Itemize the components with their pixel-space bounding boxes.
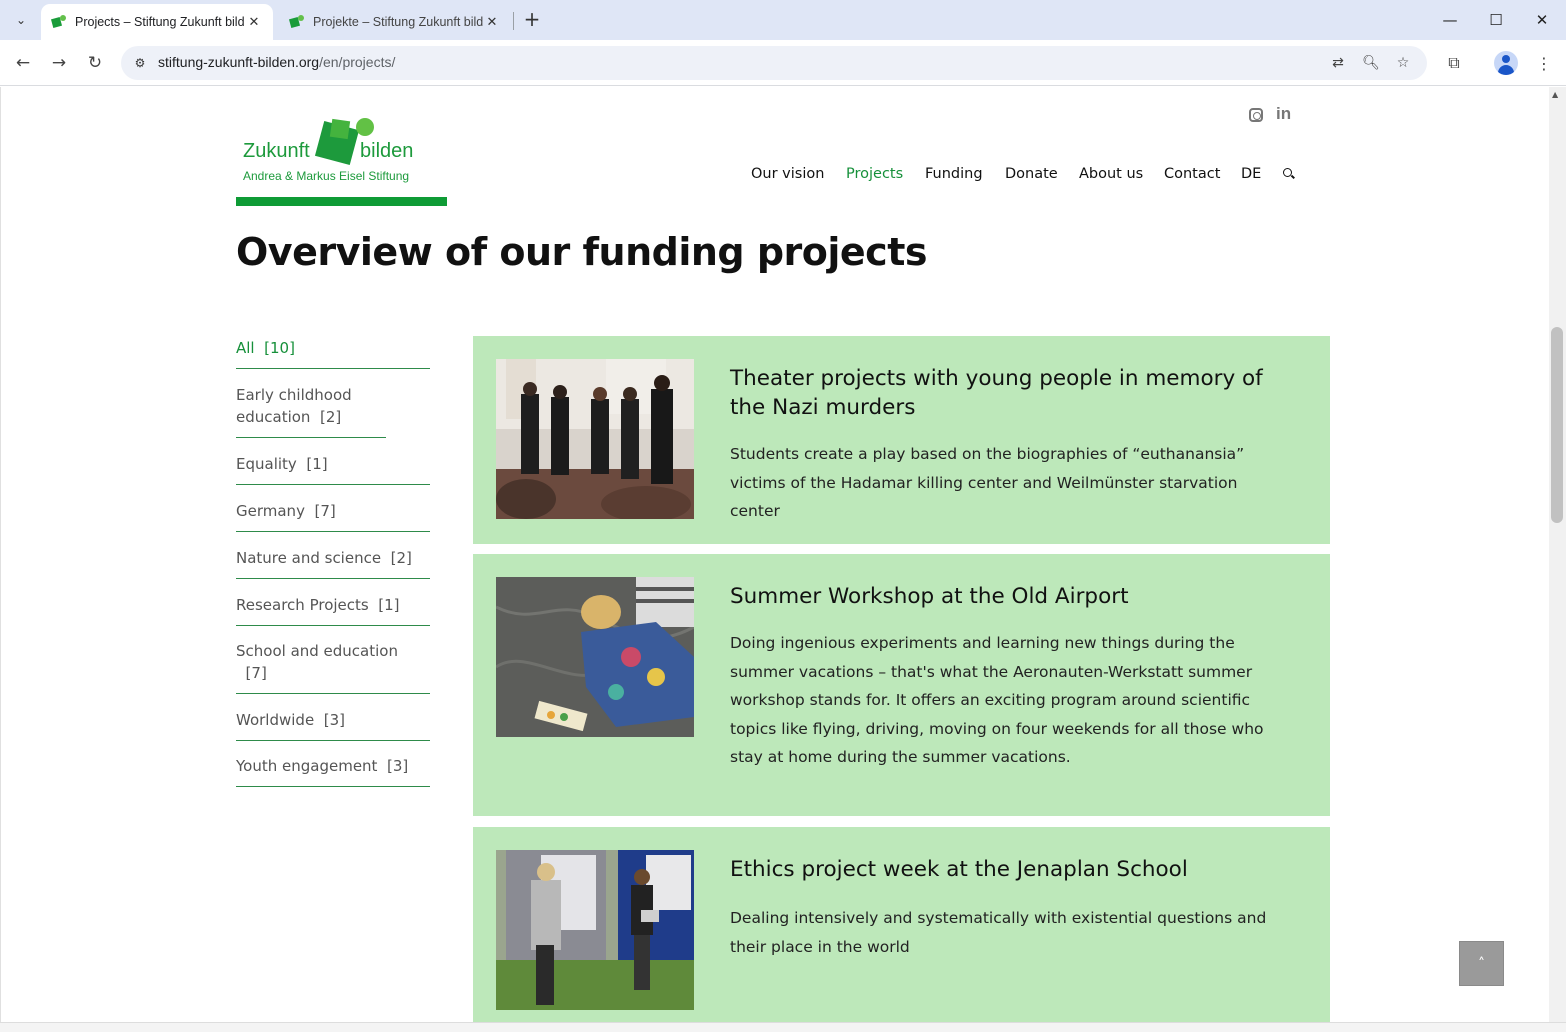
filter-count: [1] [378, 596, 400, 614]
scrollbar-thumb[interactable] [1551, 327, 1563, 523]
nav-our-vision[interactable]: Our vision [751, 166, 824, 182]
nav-projects[interactable]: Projects [846, 166, 903, 182]
nav-language-de[interactable]: DE [1241, 166, 1261, 182]
address-bar[interactable]: ⚙ stiftung-zukunft-bilden.org/en/project… [121, 46, 1427, 80]
project-title[interactable]: Ethics project week at the Jenaplan Scho… [730, 855, 1300, 884]
url-host: stiftung-zukunft-bilden.org [158, 54, 320, 70]
project-title[interactable]: Summer Workshop at the Old Airport [730, 582, 1300, 611]
project-description: Students create a play based on the biog… [730, 445, 1245, 520]
nav-funding[interactable]: Funding [925, 166, 983, 182]
filter-label: Germany [236, 502, 305, 520]
filter-all[interactable]: All [10] [236, 337, 430, 369]
scroll-up-arrow-icon[interactable]: ▲ [1552, 90, 1558, 99]
project-card[interactable]: Ethics project week at the Jenaplan Scho… [473, 827, 1330, 1022]
browser-tab-bar: ⌄ Projects – Stiftung Zukunft bilden ✕ P… [0, 0, 1566, 40]
logo-dot-shape [356, 118, 374, 136]
tab-title: Projekte – Stiftung Zukunft bilden [313, 15, 483, 29]
tab-close-icon[interactable]: ✕ [483, 14, 501, 30]
filter-count: [7] [314, 502, 336, 520]
tab-separator [513, 12, 514, 30]
filter-nature-and-science[interactable]: Nature and science [2] [236, 532, 430, 579]
browser-toolbar: ← → ↻ ⚙ stiftung-zukunft-bilden.org/en/p… [0, 40, 1566, 86]
tab-close-icon[interactable]: ✕ [245, 14, 263, 30]
filter-count: [1] [306, 455, 328, 473]
new-tab-plus-icon[interactable]: + [520, 8, 544, 32]
filter-equality[interactable]: Equality [1] [236, 438, 430, 485]
project-title[interactable]: Theater projects with young people in me… [730, 364, 1300, 422]
browser-tab-projects[interactable]: Projects – Stiftung Zukunft bilden ✕ [41, 4, 273, 40]
category-filter-list: All [10] Early childhood education [2] E… [236, 337, 430, 787]
filter-count: [7] [245, 664, 267, 682]
filter-youth-engagement[interactable]: Youth engagement [3] [236, 741, 430, 787]
site-favicon-icon [51, 14, 67, 30]
project-card[interactable]: Theater projects with young people in me… [473, 336, 1330, 544]
filter-label: Youth engagement [236, 757, 378, 775]
web-page: Zukunft bilden Andrea & Markus Eisel Sti… [0, 87, 1549, 1022]
browser-tab-projekte[interactable]: Projekte – Stiftung Zukunft bilden ✕ [279, 4, 511, 40]
filter-early-childhood-education[interactable]: Early childhood education [2] [236, 369, 386, 438]
logo-word-zukunft: Zukunft [243, 140, 310, 162]
filter-count: [2] [390, 549, 412, 567]
reload-icon[interactable]: ↻ [81, 49, 109, 77]
nav-search-icon[interactable] [1283, 168, 1295, 180]
filter-germany[interactable]: Germany [7] [236, 485, 430, 532]
zoom-icon[interactable]: 🔍︎ [1359, 52, 1383, 74]
filter-count: [10] [264, 339, 295, 357]
filter-research-projects[interactable]: Research Projects [1] [236, 579, 430, 626]
filter-label: Nature and science [236, 549, 382, 567]
extensions-puzzle-icon[interactable]: ⧉ [1440, 49, 1468, 77]
site-info-icon[interactable]: ⚙ [129, 52, 151, 74]
filter-count: [2] [319, 408, 342, 426]
project-image-ethics-week[interactable] [496, 850, 694, 1010]
forward-arrow-icon[interactable]: → [45, 49, 73, 77]
linkedin-icon[interactable]: in [1276, 104, 1291, 124]
filter-label: All [236, 339, 255, 357]
logo-word-bilden: bilden [360, 140, 414, 162]
filter-count: [3] [323, 711, 345, 729]
site-logo[interactable]: Zukunft bilden Andrea & Markus Eisel Sti… [239, 117, 429, 192]
filter-label: Research Projects [236, 596, 369, 614]
filter-label: Equality [236, 455, 297, 473]
translate-icon[interactable]: ⇄ [1326, 52, 1350, 74]
project-card[interactable]: Summer Workshop at the Old Airport Doing… [473, 554, 1330, 816]
url-path: /en/projects/ [319, 54, 396, 70]
project-image-theater[interactable] [496, 359, 694, 519]
logo-small-square-shape [329, 118, 351, 140]
nav-donate[interactable]: Donate [1005, 166, 1058, 182]
site-favicon-icon [289, 14, 305, 30]
tab-search-chevron-icon[interactable]: ⌄ [8, 7, 34, 33]
close-window-icon[interactable]: ✕ [1519, 0, 1565, 40]
project-image-summer-workshop[interactable] [496, 577, 694, 737]
page-title: Overview of our funding projects [236, 230, 928, 274]
browser-menu-kebab-icon[interactable]: ⋮ [1530, 49, 1558, 77]
page-scrollbar[interactable]: ▲ [1549, 87, 1566, 1022]
url-text[interactable]: stiftung-zukunft-bilden.org/en/projects/ [158, 54, 395, 70]
tab-title: Projects – Stiftung Zukunft bilden [75, 15, 245, 29]
bookmark-star-icon[interactable]: ☆ [1391, 52, 1415, 74]
instagram-icon[interactable] [1249, 108, 1263, 122]
nav-contact[interactable]: Contact [1164, 166, 1220, 182]
filter-label: Worldwide [236, 711, 315, 729]
logo-subtitle: Andrea & Markus Eisel Stiftung [243, 169, 410, 183]
back-arrow-icon[interactable]: ← [9, 49, 37, 77]
filter-school-and-education[interactable]: School and education [7] [236, 626, 430, 694]
logo-underline-bar [236, 197, 447, 206]
project-description: Dealing intensively and systematically w… [730, 909, 1267, 956]
maximize-icon[interactable]: ☐ [1473, 0, 1519, 40]
project-description: Doing ingenious experiments and learning… [730, 634, 1264, 766]
bottom-status-strip [0, 1022, 1566, 1032]
profile-avatar-icon[interactable] [1494, 51, 1518, 75]
filter-count: [3] [387, 757, 409, 775]
filter-worldwide[interactable]: Worldwide [3] [236, 694, 430, 741]
minimize-icon[interactable]: — [1427, 0, 1473, 40]
nav-about-us[interactable]: About us [1079, 166, 1143, 182]
filter-label: School and education [236, 642, 398, 660]
scroll-to-top-button[interactable]: ˄ [1459, 941, 1504, 986]
